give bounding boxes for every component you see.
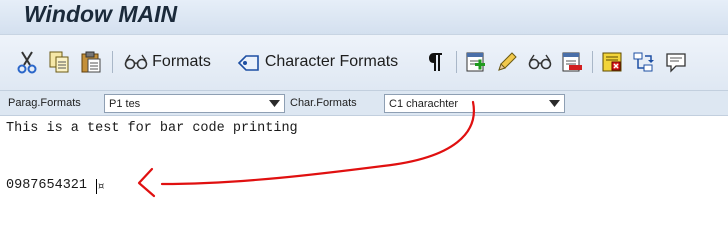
move-icon (633, 52, 654, 72)
character-format-value: C1 charachter (389, 98, 459, 110)
toolbar-separator (456, 51, 457, 73)
scissors-icon (17, 51, 37, 74)
window-title: Window MAIN (24, 1, 178, 27)
paste-button[interactable] (78, 47, 104, 77)
toolbar-separator (112, 51, 113, 73)
character-format-dropdown[interactable]: C1 charachter (384, 94, 565, 113)
text-element-icon (602, 52, 622, 72)
editor-line: This is a test for bar code printing (6, 121, 298, 136)
format-bar: Parag.Formats P1 tes Char.Formats C1 cha… (0, 90, 728, 116)
text-editor[interactable]: This is a test for bar code printing 098… (0, 117, 728, 216)
formats-button[interactable]: Formats (120, 47, 214, 77)
formats-icon (124, 54, 148, 70)
text-element-button[interactable] (598, 47, 626, 77)
paragraph-format-value: P1 tes (109, 98, 141, 110)
editor-line: 0987654321 (6, 178, 88, 193)
chevron-down-icon (269, 100, 280, 107)
comment-button[interactable] (662, 47, 690, 77)
display-button[interactable] (526, 47, 554, 77)
cut-button[interactable] (14, 47, 40, 77)
insert-command-icon (466, 52, 485, 72)
delete-icon (562, 52, 582, 72)
copy-button[interactable] (46, 47, 72, 77)
chevron-down-icon (549, 100, 560, 107)
show-paragraph-marks-button[interactable] (424, 47, 448, 77)
paragraph-formats-label: Parag.Formats (8, 97, 81, 109)
text-cursor (96, 179, 97, 194)
paragraph-format-dropdown[interactable]: P1 tes (104, 94, 285, 113)
edit-button[interactable] (494, 47, 520, 77)
delete-button[interactable] (558, 47, 586, 77)
pencil-icon (498, 52, 517, 71)
window-title-bar: Window MAIN (0, 0, 728, 34)
character-formats-label: Character Formats (264, 53, 399, 70)
insert-command-button[interactable] (462, 47, 490, 77)
comment-icon (666, 53, 686, 73)
formats-label: Formats (152, 53, 211, 70)
paragraph-mark-icon (429, 53, 442, 71)
glasses-icon (528, 54, 552, 70)
toolbar-separator (592, 51, 593, 73)
move-button[interactable] (630, 47, 656, 77)
character-formats-field-label: Char.Formats (290, 97, 357, 109)
paragraph-mark: ¤ (98, 181, 105, 192)
character-formats-button[interactable]: Character Formats (232, 47, 402, 77)
editor-toolbar: Formats Character Formats (0, 34, 728, 90)
copy-icon (49, 51, 69, 73)
character-formats-icon (237, 55, 259, 71)
paste-icon (81, 51, 101, 73)
